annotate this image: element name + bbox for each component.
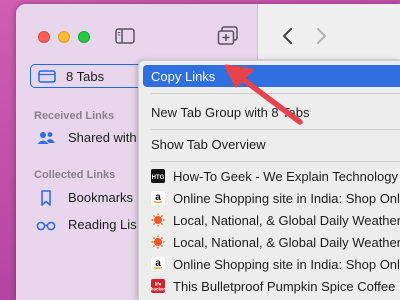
tabs-row-label: 8 Tabs xyxy=(66,69,105,84)
toolbar xyxy=(258,4,400,60)
svg-text:a: a xyxy=(155,192,161,203)
collected-links-header: Collected Links xyxy=(34,169,116,181)
menu-tab-item[interactable]: Local, National, & Global Daily Weather xyxy=(143,209,400,231)
sidebar-item-label: Reading Lis xyxy=(68,217,137,232)
annotation-arrow-icon xyxy=(224,64,303,125)
amazon-favicon-icon: a xyxy=(151,257,165,271)
sidebar-toggle-icon[interactable] xyxy=(115,28,135,44)
lifehacker-favicon-icon: life hacker xyxy=(151,279,166,293)
minimize-window-button[interactable] xyxy=(58,31,70,43)
menu-item-show-tab-overview[interactable]: Show Tab Overview xyxy=(143,133,400,155)
htg-favicon-icon: HTG xyxy=(151,169,165,183)
menu-tab-label: Local, National, & Global Daily Weather xyxy=(173,235,400,250)
glasses-icon xyxy=(36,217,56,233)
people-icon xyxy=(36,130,56,146)
bookmark-icon xyxy=(36,190,56,206)
sidebar-item-label: Bookmarks xyxy=(68,190,134,205)
amazon-favicon-icon: a xyxy=(151,191,165,205)
sidebar-item-label: Shared with xyxy=(68,130,137,145)
svg-text:a: a xyxy=(155,258,161,269)
received-links-header: Received Links xyxy=(34,110,115,122)
svg-text:hacker: hacker xyxy=(151,287,165,292)
menu-tab-label: This Bulletproof Pumpkin Spice Coffee xyxy=(173,279,396,294)
close-window-button[interactable] xyxy=(38,31,50,43)
menu-item-label: Show Tab Overview xyxy=(151,137,266,152)
menu-tab-item[interactable]: HTG How-To Geek - We Explain Technology xyxy=(143,165,400,187)
chevron-right-icon[interactable] xyxy=(314,26,328,46)
menu-separator xyxy=(151,129,400,130)
menu-tab-item[interactable]: life hacker This Bulletproof Pumpkin Spi… xyxy=(143,275,400,297)
menu-tab-label: Online Shopping site in India: Shop Onl xyxy=(173,257,400,272)
svg-text:HTG: HTG xyxy=(152,175,165,181)
tab-group-plus-icon[interactable] xyxy=(217,26,239,46)
tabs-row-selected[interactable]: 8 Tabs xyxy=(30,64,148,88)
menu-tab-label: How-To Geek - We Explain Technology xyxy=(173,169,398,184)
menu-item-label: Copy Links xyxy=(151,69,216,84)
zoom-window-button[interactable] xyxy=(78,31,90,43)
menu-tab-item[interactable]: Local, National, & Global Daily Weather xyxy=(143,231,400,253)
tabs-icon xyxy=(38,70,56,83)
menu-tab-label: Local, National, & Global Daily Weather xyxy=(173,213,400,228)
weather-favicon-icon xyxy=(151,235,165,249)
menu-tab-label: Online Shopping site in India: Shop Onl xyxy=(173,191,400,206)
menu-separator xyxy=(151,161,400,162)
menu-tab-item[interactable]: a Online Shopping site in India: Shop On… xyxy=(143,253,400,275)
chevron-left-icon[interactable] xyxy=(281,26,295,46)
menu-tab-item[interactable]: a Online Shopping site in India: Shop On… xyxy=(143,187,400,209)
weather-favicon-icon xyxy=(151,213,165,227)
